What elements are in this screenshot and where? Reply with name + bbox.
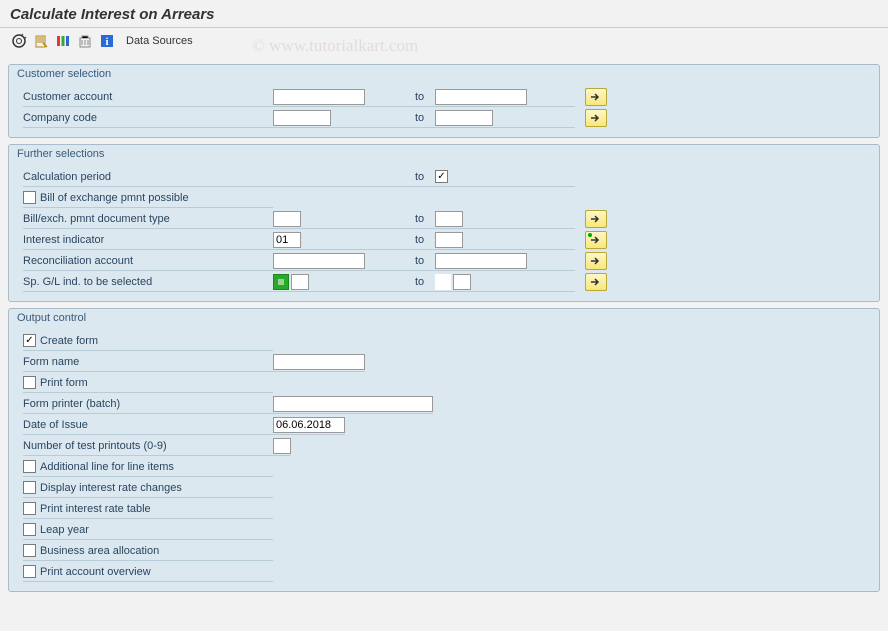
form-name-input[interactable] [273, 354, 365, 370]
calculation-period-to-checkbox[interactable] [435, 170, 448, 183]
to-label: to [413, 167, 435, 187]
display-rate-changes-checkbox[interactable] [23, 481, 36, 494]
svg-text:i: i [105, 36, 108, 48]
group-header: Output control [9, 309, 879, 330]
interest-indicator-from-input[interactable] [273, 232, 301, 248]
bill-exchange-possible-checkbox[interactable] [23, 191, 36, 204]
sp-gl-multi-button[interactable] [585, 273, 607, 291]
further-selections-group: Further selections Calculation period to… [8, 144, 880, 302]
sp-gl-from-input[interactable] [291, 274, 309, 290]
bill-exch-doc-type-row: Bill/exch. pmnt document type to [9, 209, 879, 229]
interest-indicator-to-input[interactable] [435, 232, 463, 248]
toolbar: i Data Sources [0, 28, 888, 58]
company-code-label: Company code [23, 108, 273, 128]
interest-indicator-label: Interest indicator [23, 230, 273, 250]
display-rate-changes-label: Display interest rate changes [40, 482, 182, 494]
bill-exch-doc-to-input[interactable] [435, 211, 463, 227]
create-form-checkbox[interactable] [23, 334, 36, 347]
recon-acct-multi-button[interactable] [585, 252, 607, 270]
company-code-to-input[interactable] [435, 110, 493, 126]
to-label: to [413, 272, 435, 292]
output-control-group: Output control Create form Form name Pri… [8, 308, 880, 592]
execute-icon[interactable] [10, 32, 28, 50]
additional-line-row: Additional line for line items [9, 457, 879, 477]
sp-gl-indicator-label: Sp. G/L ind. to be selected [23, 272, 273, 292]
bill-exch-doc-type-label: Bill/exch. pmnt document type [23, 209, 273, 229]
customer-selection-group: Customer selection Customer account to C… [8, 64, 880, 138]
company-code-row: Company code to [9, 108, 879, 128]
customer-account-from-input[interactable] [273, 89, 365, 105]
customer-account-multi-button[interactable] [585, 88, 607, 106]
reconciliation-account-row: Reconciliation account to [9, 251, 879, 271]
num-test-printouts-input[interactable] [273, 438, 291, 454]
date-of-issue-label: Date of Issue [23, 415, 273, 435]
bill-exchange-possible-label: Bill of exchange pmnt possible [40, 192, 189, 204]
print-rate-table-row: Print interest rate table [9, 499, 879, 519]
group-header: Customer selection [9, 65, 879, 86]
selection-options-icon[interactable] [54, 32, 72, 50]
data-sources-button[interactable]: Data Sources [126, 35, 193, 47]
customer-account-to-input[interactable] [435, 89, 527, 105]
business-area-label: Business area allocation [40, 545, 159, 557]
title-bar: Calculate Interest on Arrears [0, 0, 888, 28]
business-area-checkbox[interactable] [23, 544, 36, 557]
sp-gl-indicator-row: Sp. G/L ind. to be selected to [9, 272, 879, 292]
form-name-label: Form name [23, 352, 273, 372]
bill-exch-doc-from-input[interactable] [273, 211, 301, 227]
print-account-overview-row: Print account overview [9, 562, 879, 582]
spacer [435, 274, 451, 290]
form-printer-row: Form printer (batch) [9, 394, 879, 414]
to-label: to [413, 108, 435, 128]
to-label: to [413, 87, 435, 107]
sp-gl-f4-button[interactable] [273, 274, 289, 290]
interest-indicator-row: Interest indicator to [9, 230, 879, 250]
company-code-multi-button[interactable] [585, 109, 607, 127]
print-account-overview-label: Print account overview [40, 566, 151, 578]
leap-year-row: Leap year [9, 520, 879, 540]
print-form-checkbox[interactable] [23, 376, 36, 389]
form-name-row: Form name [9, 352, 879, 372]
num-test-printouts-row: Number of test printouts (0-9) [9, 436, 879, 456]
print-rate-table-label: Print interest rate table [40, 503, 151, 515]
info-icon[interactable]: i [98, 32, 116, 50]
form-printer-label: Form printer (batch) [23, 394, 273, 414]
interest-indicator-multi-button[interactable] [585, 231, 607, 249]
group-header: Further selections [9, 145, 879, 166]
customer-account-row: Customer account to [9, 87, 879, 107]
delete-icon[interactable] [76, 32, 94, 50]
recon-acct-to-input[interactable] [435, 253, 527, 269]
create-form-row: Create form [9, 331, 879, 351]
display-rate-changes-row: Display interest rate changes [9, 478, 879, 498]
calculation-period-label: Calculation period [23, 167, 273, 187]
to-label: to [413, 209, 435, 229]
customer-account-label: Customer account [23, 87, 273, 107]
leap-year-checkbox[interactable] [23, 523, 36, 536]
print-form-row: Print form [9, 373, 879, 393]
additional-line-checkbox[interactable] [23, 460, 36, 473]
business-area-row: Business area allocation [9, 541, 879, 561]
print-rate-table-checkbox[interactable] [23, 502, 36, 515]
bill-exch-doc-multi-button[interactable] [585, 210, 607, 228]
num-test-printouts-label: Number of test printouts (0-9) [23, 436, 273, 456]
print-form-label: Print form [40, 377, 88, 389]
print-account-overview-checkbox[interactable] [23, 565, 36, 578]
to-label: to [413, 230, 435, 250]
company-code-from-input[interactable] [273, 110, 331, 126]
form-printer-input[interactable] [273, 396, 433, 412]
additional-line-label: Additional line for line items [40, 461, 174, 473]
get-variant-icon[interactable] [32, 32, 50, 50]
calculation-period-row: Calculation period to [9, 167, 879, 187]
to-label: to [413, 251, 435, 271]
reconciliation-account-label: Reconciliation account [23, 251, 273, 271]
recon-acct-from-input[interactable] [273, 253, 365, 269]
sp-gl-to-input[interactable] [453, 274, 471, 290]
date-of-issue-input[interactable] [273, 417, 345, 433]
bill-exchange-possible-row: Bill of exchange pmnt possible [9, 188, 879, 208]
page-title: Calculate Interest on Arrears [10, 6, 878, 23]
create-form-label: Create form [40, 335, 98, 347]
leap-year-label: Leap year [40, 524, 89, 536]
date-of-issue-row: Date of Issue [9, 415, 879, 435]
